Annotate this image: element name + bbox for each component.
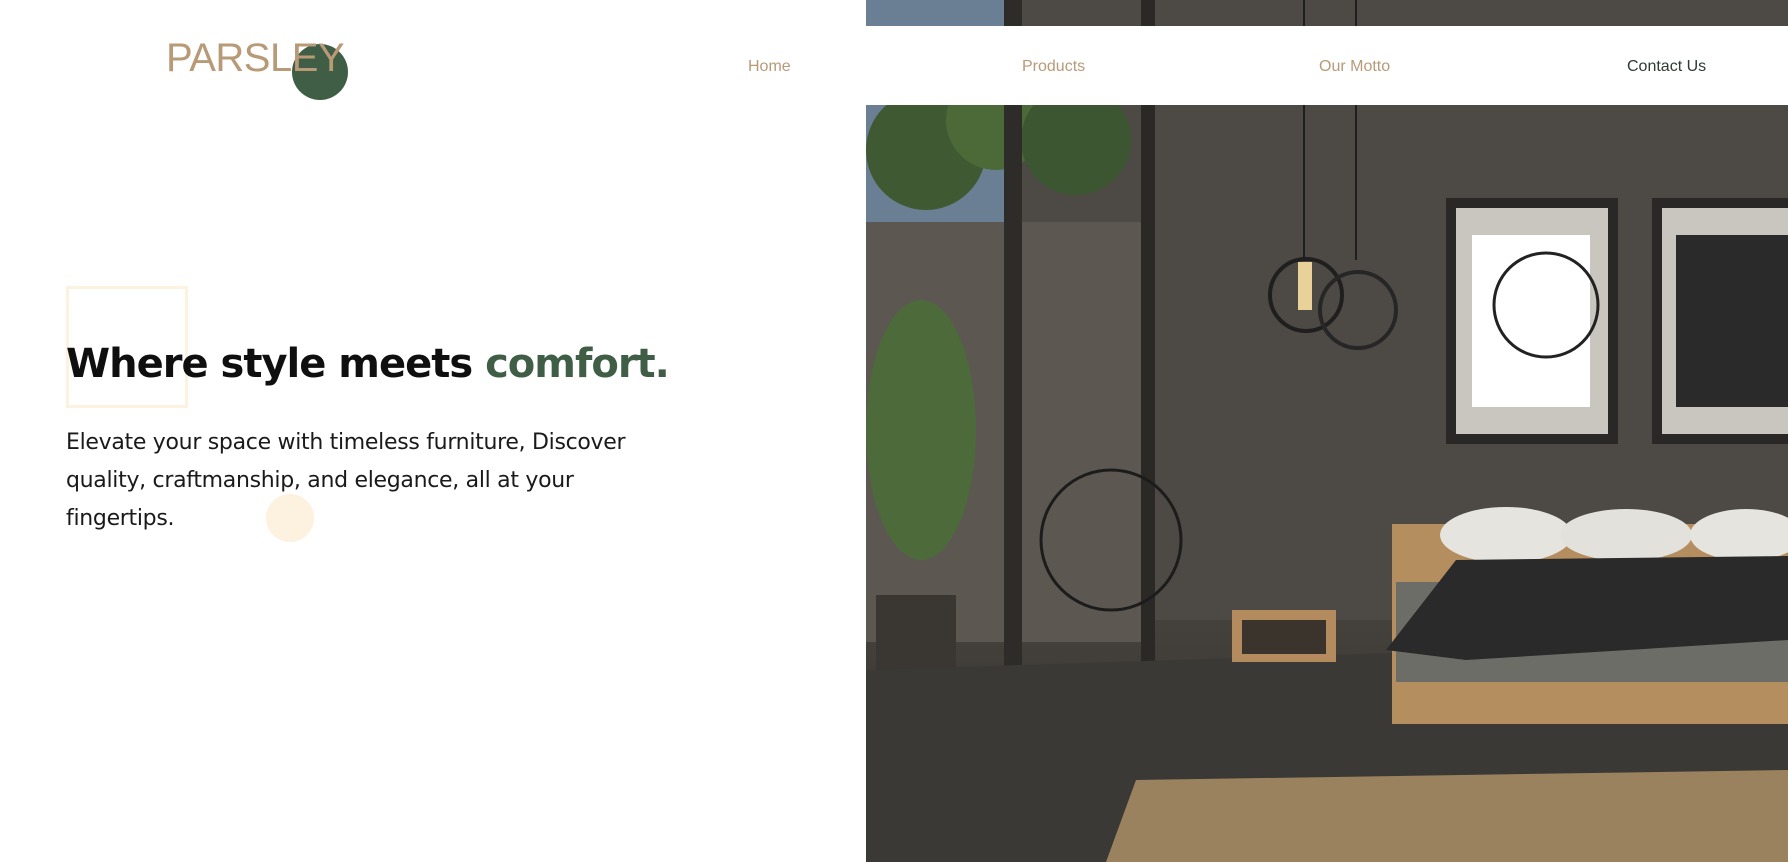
nav-contact-us[interactable]: Contact Us bbox=[1627, 58, 1706, 76]
main-nav: Home Products Our Motto Contact Us bbox=[0, 26, 1788, 105]
hero-headline: Where style meets comfort. bbox=[66, 338, 670, 390]
nav-our-motto[interactable]: Our Motto bbox=[1319, 58, 1390, 76]
headline-accent: comfort. bbox=[485, 341, 670, 387]
hero-image bbox=[866, 0, 1788, 862]
decorative-circle bbox=[266, 494, 314, 542]
hero-subtext: Elevate your space with timeless furnitu… bbox=[66, 430, 626, 531]
nav-products[interactable]: Products bbox=[1022, 58, 1085, 76]
headline-main: Where style meets bbox=[66, 341, 486, 387]
site-header: PARSLEY Home Products Our Motto Contact … bbox=[0, 26, 1788, 105]
nav-home[interactable]: Home bbox=[748, 58, 791, 76]
bedroom-illustration bbox=[866, 0, 1788, 862]
